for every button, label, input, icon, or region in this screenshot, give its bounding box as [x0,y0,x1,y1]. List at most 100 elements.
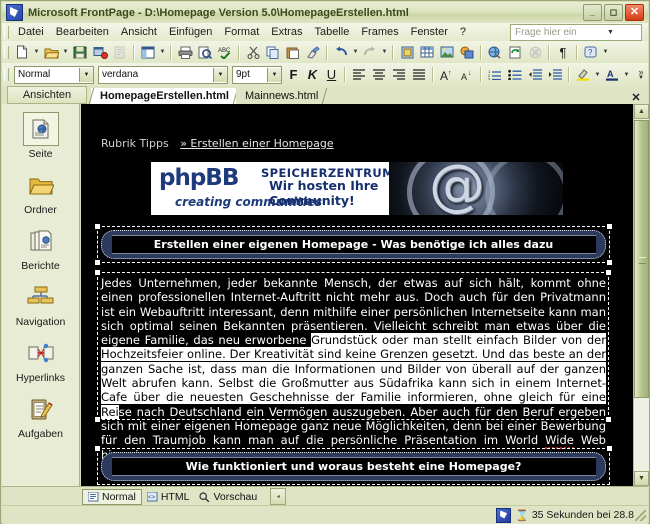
cut-icon[interactable] [243,43,263,62]
resize-handle[interactable] [95,446,100,451]
print-icon[interactable] [175,43,195,62]
chevron-down-icon[interactable]: ▼ [79,67,93,82]
menu-tabelle[interactable]: Tabelle [308,24,355,40]
resize-handle[interactable] [606,270,611,275]
show-all-icon[interactable]: ¶ [553,43,573,62]
align-center-icon[interactable] [369,65,389,84]
resize-handle[interactable] [607,260,612,265]
open-dropdown-icon[interactable]: ▼ [61,43,70,62]
menu-einfuegen[interactable]: Einfügen [163,24,218,40]
refresh-icon[interactable] [505,43,525,62]
chevron-down-icon[interactable]: ▼ [213,67,227,82]
sidebar-item-hyperlinks[interactable]: Hyperlinks [4,338,78,384]
spelling-icon[interactable]: ABC [215,43,235,62]
sidebar-item-navigation[interactable]: Navigation [4,282,78,328]
justify-icon[interactable] [409,65,429,84]
toolbar-overflow-button[interactable]: » ▼ [638,67,644,81]
resize-handle[interactable] [95,260,100,265]
paste-icon[interactable] [283,43,303,62]
tab-vorschau[interactable]: Vorschau [194,489,262,505]
resize-handle[interactable] [607,224,612,229]
increase-indent-icon[interactable] [545,65,565,84]
breadcrumb-link[interactable]: » Erstellen einer Homepage [180,137,333,150]
chevron-down-icon[interactable]: ▼ [267,67,281,82]
maximize-button[interactable]: ◻ [604,4,623,21]
sidebar-item-berichte[interactable]: Berichte [4,226,78,272]
align-left-icon[interactable] [349,65,369,84]
publish-web-icon[interactable] [90,43,110,62]
open-icon[interactable] [41,43,61,62]
scroll-down-button[interactable]: ▼ [634,471,649,486]
close-button[interactable]: ✕ [625,4,644,21]
highlight-dropdown-icon[interactable]: ▼ [593,65,602,84]
web-component-icon[interactable] [397,43,417,62]
hyperlink-icon[interactable] [485,43,505,62]
page-body-text[interactable]: Jedes Unternehmen, jeder bekannte Mensch… [101,276,606,462]
menu-grip[interactable] [4,25,9,39]
copy-icon[interactable] [263,43,283,62]
menu-bearbeiten[interactable]: Bearbeiten [50,24,115,40]
menu-ansicht[interactable]: Ansicht [115,24,163,40]
sidebar-item-ordner[interactable]: Ordner [4,170,78,216]
numbered-list-icon[interactable]: 123 [485,65,505,84]
tab-normal[interactable]: Normal [82,488,142,505]
help-dropdown-icon[interactable]: ▼ [601,43,610,62]
heading-bar-top[interactable]: Erstellen einer eigenen Homepage - Was b… [101,230,606,259]
bulleted-list-icon[interactable] [505,65,525,84]
font-color-icon[interactable]: A [602,65,622,84]
phpbb-ad-banner[interactable]: phpBB creating communities SPEICHERZENTR… [151,162,563,215]
page-editor-canvas[interactable]: Rubrik Tipps » Erstellen einer Homepage … [81,104,633,486]
decrease-font-size-icon[interactable]: A ↓ [457,65,477,84]
highlight-color-icon[interactable] [573,65,593,84]
resize-handle[interactable] [95,224,100,229]
menu-format[interactable]: Format [218,24,265,40]
scroll-up-button[interactable]: ▲ [634,104,649,119]
sidebar-item-seite[interactable]: Seite [4,112,78,160]
style-combo[interactable]: Normal ▼ [14,65,94,84]
toggle-folder-list-icon[interactable] [138,43,158,62]
undo-icon[interactable] [331,43,351,62]
menu-extras[interactable]: Extras [265,24,308,40]
format-painter-icon[interactable] [303,43,323,62]
italic-button[interactable]: K [303,65,322,84]
ask-a-question-box[interactable]: Frage hier eingeben ▼ [510,23,642,41]
menu-frames[interactable]: Frames [355,24,404,40]
menu-help[interactable]: ? [454,24,472,40]
font-size-combo[interactable]: 9pt ▼ [232,65,282,84]
menu-fenster[interactable]: Fenster [405,24,454,40]
drawing-icon[interactable] [457,43,477,62]
font-color-dropdown-icon[interactable]: ▼ [622,65,631,84]
close-document-icon[interactable]: ✕ [628,91,644,104]
sidebar-item-aufgaben[interactable]: Aufgaben [4,394,78,440]
document-tab-homepageerstellen[interactable]: HomepageErstellen.html [88,88,239,104]
tab-html[interactable]: <> HTML [142,489,195,505]
align-right-icon[interactable] [389,65,409,84]
document-tab-mainnews[interactable]: Mainnews.html [235,88,328,104]
new-page-dropdown-icon[interactable]: ▼ [32,43,41,62]
undo-dropdown-icon[interactable]: ▼ [351,43,360,62]
bold-button[interactable]: F [284,65,303,84]
minimize-button[interactable]: _ [583,4,602,21]
save-icon[interactable] [70,43,90,62]
insert-picture-icon[interactable] [437,43,457,62]
underline-button[interactable]: U [322,65,341,84]
resize-handle[interactable] [95,417,100,422]
resize-grip[interactable] [634,509,646,521]
view-tabs-scroll-left-button[interactable]: ◂ [270,488,287,505]
resize-handle[interactable] [95,270,100,275]
new-page-icon[interactable] [12,43,32,62]
heading-bar-bottom[interactable]: Wie funktioniert und woraus besteht eine… [101,452,606,481]
ask-a-question-input[interactable]: Frage hier eingeben [511,27,576,38]
standard-toolbar-grip[interactable] [4,45,9,59]
chevron-down-icon[interactable]: ▼ [576,26,641,39]
font-combo[interactable]: verdana ▼ [98,65,228,84]
formatting-toolbar-grip[interactable] [4,68,9,81]
vertical-scrollbar[interactable]: ▲ ▼ [633,104,649,486]
scrollbar-thumb[interactable] [634,120,649,398]
help-icon[interactable]: ? [581,43,601,62]
decrease-indent-icon[interactable] [525,65,545,84]
resize-handle[interactable] [607,446,612,451]
print-preview-icon[interactable] [195,43,215,62]
menu-datei[interactable]: Datei [12,24,50,40]
resize-handle[interactable] [606,417,611,422]
